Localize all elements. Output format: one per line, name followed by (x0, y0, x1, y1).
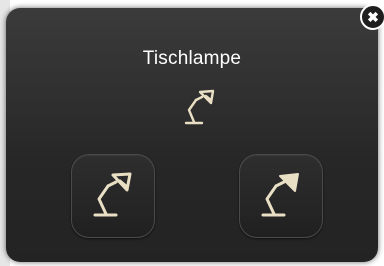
close-icon: ✖ (367, 9, 379, 25)
dialog-title: Tischlampe (142, 48, 242, 69)
desk-lamp-on-icon (261, 173, 299, 217)
lamp-on-button[interactable] (239, 154, 323, 238)
desk-lamp-off-icon (93, 172, 132, 217)
close-button[interactable]: ✖ (360, 4, 384, 30)
lamp-off-button[interactable] (71, 154, 155, 238)
desk-lamp-icon (184, 89, 215, 125)
lamp-dialog: Tischlampe (6, 8, 378, 262)
